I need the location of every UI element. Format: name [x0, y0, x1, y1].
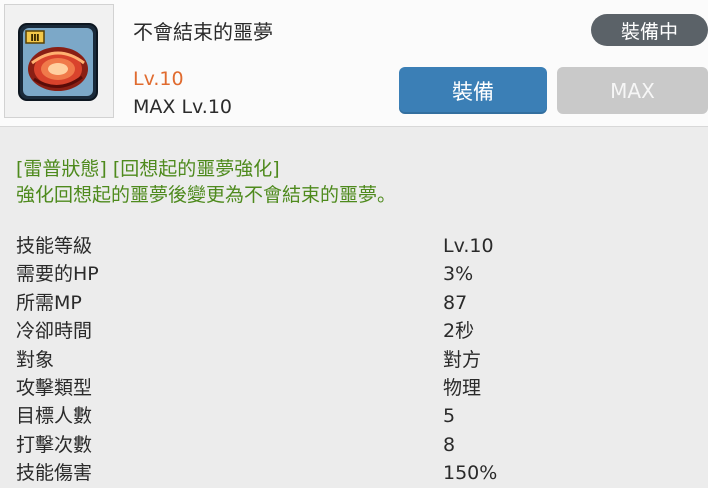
- stat-value: 對方: [443, 348, 482, 371]
- stat-row: 所需MP 87: [16, 289, 708, 317]
- stat-value: 87: [443, 291, 468, 314]
- stat-value: 3%: [443, 263, 474, 286]
- stat-row: 需要的HP 3%: [16, 260, 708, 288]
- stat-row: 冷卻時間 2秒: [16, 317, 708, 345]
- skill-level: Lv.10: [133, 68, 184, 90]
- stat-value: 150%: [443, 462, 498, 485]
- stat-label: 需要的HP: [16, 263, 99, 286]
- stat-row: 技能等級 Lv.10: [16, 232, 708, 260]
- stat-label: 技能等級: [16, 235, 93, 257]
- stat-row: 打擊次數 8: [16, 431, 708, 459]
- skill-header: Ⅲ 不會結束的噩夢 Lv.10 MAX Lv.10 裝備中 裝備 MAX: [0, 0, 708, 127]
- stat-row: 技能傷害 150%: [16, 459, 708, 487]
- stat-label: 對象: [16, 348, 55, 371]
- stat-value: Lv.10: [443, 235, 494, 257]
- stat-label: 技能傷害: [16, 462, 93, 485]
- description-tag-line: [雷普狀態] [回想起的噩夢強化]: [16, 158, 280, 180]
- stat-label: 所需MP: [16, 291, 82, 314]
- equipped-status-badge: 裝備中: [591, 14, 708, 46]
- stat-row: 攻擊類型 物理: [16, 374, 708, 402]
- equip-button[interactable]: 裝備: [399, 67, 547, 114]
- stat-label: 打擊次數: [16, 433, 93, 456]
- stat-value: 5: [443, 405, 456, 428]
- skill-description: [雷普狀態] [回想起的噩夢強化] 強化回想起的噩夢後變更為不會結束的噩夢。: [16, 156, 396, 208]
- stat-value: 2秒: [443, 320, 475, 343]
- skill-stats-list: 技能等級 Lv.10 需要的HP 3% 所需MP 87 冷卻時間 2秒 對象 對…: [16, 232, 708, 488]
- nightmare-skill-icon: Ⅲ: [18, 23, 98, 101]
- svg-text:Ⅲ: Ⅲ: [30, 33, 39, 44]
- stat-label: 冷卻時間: [16, 320, 93, 343]
- skill-name: 不會結束的噩夢: [133, 20, 273, 44]
- skill-icon-frame: Ⅲ: [4, 4, 114, 118]
- max-level-button[interactable]: MAX: [557, 67, 708, 114]
- stat-label: 攻擊類型: [16, 376, 93, 399]
- stat-label: 目標人數: [16, 405, 93, 428]
- stat-value: 物理: [443, 376, 482, 399]
- skill-max-level: MAX Lv.10: [133, 96, 233, 118]
- stat-row: 目標人數 5: [16, 402, 708, 430]
- description-effect-line: 強化回想起的噩夢後變更為不會結束的噩夢。: [16, 184, 397, 206]
- stat-value: 8: [443, 433, 456, 456]
- stat-row: 對象 對方: [16, 346, 708, 374]
